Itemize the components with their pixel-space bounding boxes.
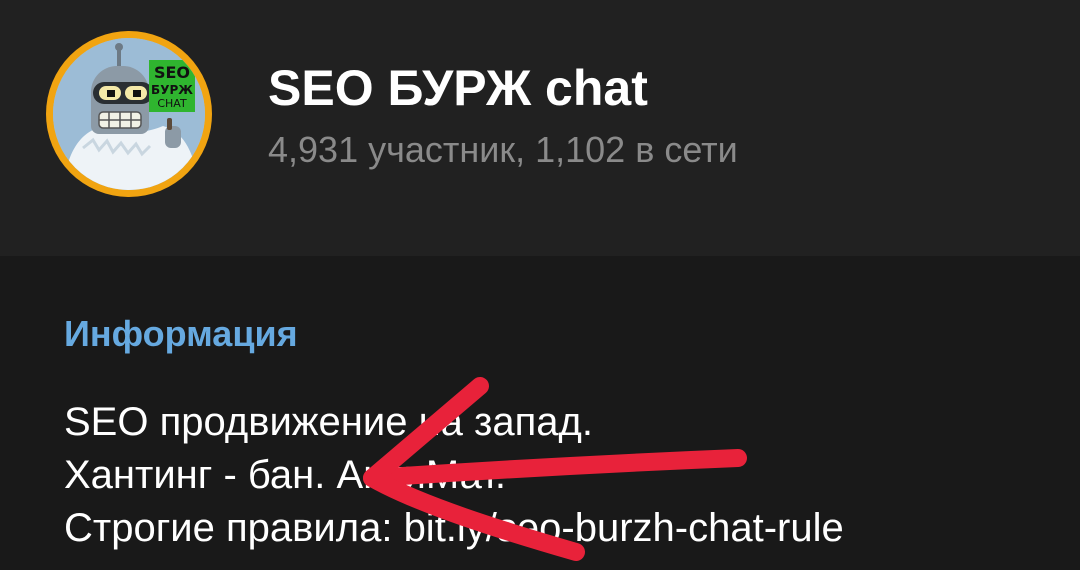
rules-label: Строгие правила: [64, 506, 404, 550]
avatar-badge-text-1: SEO [154, 63, 190, 82]
description-line-2: Хантинг - бан. АнтиМат. [64, 453, 507, 497]
avatar-image: SEO БУРЖ CHAT [53, 38, 205, 190]
chat-avatar[interactable]: SEO БУРЖ CHAT [46, 31, 212, 197]
info-section-title: Информация [64, 313, 298, 354]
chat-header: SEO БУРЖ CHAT SEO БУРЖ chat 4,931 участн… [0, 0, 1080, 256]
chat-description: SEO продвижение на запад. Хантинг - бан.… [64, 396, 844, 555]
members-status: 4,931 участник, 1,102 в сети [268, 129, 738, 170]
avatar-badge-text-2: БУРЖ [151, 83, 193, 97]
avatar-badge-text-3: CHAT [157, 97, 187, 110]
rules-link[interactable]: bit.ly/seo-burzh-chat-rule [404, 506, 844, 550]
description-line-3: Строгие правила: bit.ly/seo-burzh-chat-r… [64, 502, 844, 555]
description-line-1: SEO продвижение на запад. [64, 400, 593, 444]
chat-title: SEO БУРЖ chat [268, 60, 648, 116]
chat-info-screen: SEO БУРЖ CHAT SEO БУРЖ chat 4,931 участн… [0, 0, 1080, 570]
